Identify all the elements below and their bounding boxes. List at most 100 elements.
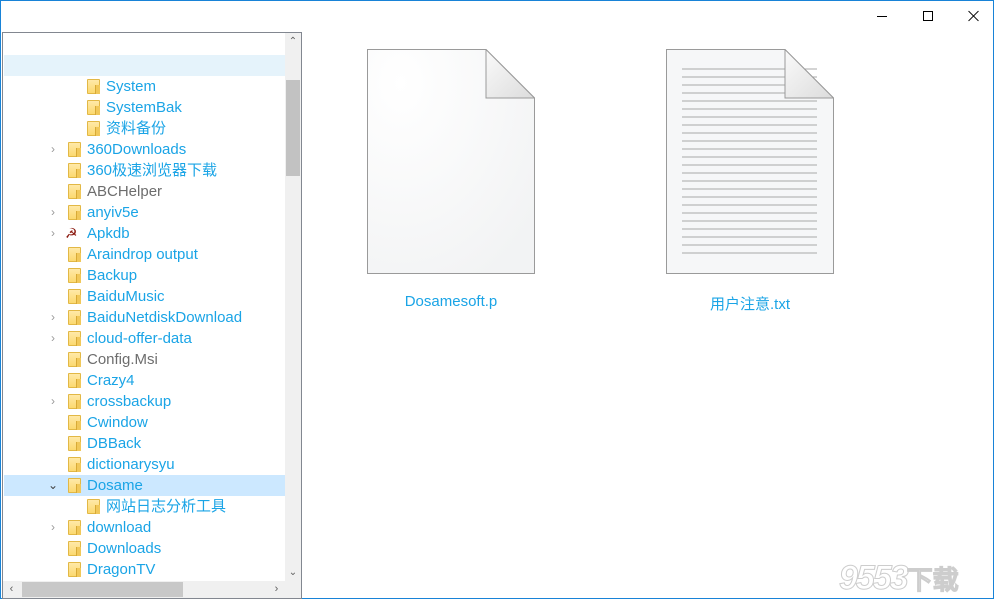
maximize-button[interactable]	[905, 1, 951, 31]
chevron-down-icon[interactable]: ⌄	[47, 475, 59, 496]
maximize-icon	[923, 11, 933, 21]
file-name: Dosamesoft.p	[404, 293, 498, 310]
minimize-button[interactable]	[859, 1, 905, 31]
tree-item[interactable]: › cloud-offer-data	[4, 328, 285, 349]
tree-item[interactable]: 360极速浏览器下载	[4, 160, 285, 181]
app-window: System SystemBak 资料备份 › 360Downloads 360极速浏览器…	[0, 0, 994, 599]
horizontal-scrollbar[interactable]: ‹ ›	[3, 581, 285, 598]
folder-icon	[68, 541, 81, 556]
tree-item[interactable]: ABCHelper	[4, 181, 285, 202]
title-bar[interactable]	[1, 1, 993, 31]
folder-icon	[87, 79, 100, 94]
tree-item-label: Araindrop output	[87, 246, 198, 263]
tree-item[interactable]	[4, 55, 285, 76]
tree-item-label: Apkdb	[87, 225, 130, 242]
tree-item-label: cloud-offer-data	[87, 330, 192, 347]
folder-icon	[68, 352, 81, 367]
vertical-scrollbar[interactable]: ⌃ ⌄	[285, 33, 301, 581]
tree-item-label: anyiv5e	[87, 204, 139, 221]
hammer-sickle-icon: ☭	[65, 225, 78, 241]
close-button[interactable]	[951, 1, 994, 31]
folder-icon	[68, 415, 81, 430]
tree-item-label: Cwindow	[87, 414, 148, 431]
tree-item[interactable]: Downloads	[4, 538, 285, 559]
tree-item[interactable]: dictionarysyu	[4, 454, 285, 475]
chevron-right-icon[interactable]: ›	[47, 202, 59, 223]
tree-item-label: DBBack	[87, 435, 142, 452]
scroll-up-arrow-icon[interactable]: ⌃	[285, 33, 301, 50]
tree-item-label: Dosame	[87, 477, 143, 494]
scroll-right-arrow-icon[interactable]: ›	[268, 581, 285, 598]
folder-icon	[68, 268, 81, 283]
chevron-right-icon[interactable]: ›	[47, 139, 59, 160]
folder-icon	[68, 142, 81, 157]
tree-item-label: 360极速浏览器下载	[87, 162, 218, 179]
tree-item-label: Config.Msi	[87, 351, 158, 368]
tree-item-label: BaiduNetdiskDownload	[87, 309, 243, 326]
folder-icon	[68, 478, 81, 493]
chevron-right-icon[interactable]: ›	[47, 223, 59, 244]
tree-item[interactable]: DBBack	[4, 433, 285, 454]
folder-icon	[68, 184, 81, 199]
watermark-suffix: 下载	[906, 565, 959, 596]
scroll-down-arrow-icon[interactable]: ⌄	[285, 564, 301, 581]
scrollbar-corner	[285, 581, 301, 598]
tree-item-label: BaiduMusic	[87, 288, 165, 305]
tree-item-label: DragonTV	[87, 561, 156, 578]
tree-item[interactable]: Config.Msi	[4, 349, 285, 370]
minimize-icon	[877, 15, 887, 17]
folder-icon	[87, 499, 100, 514]
folder-icon	[68, 331, 81, 346]
tree-item[interactable]: BaiduMusic	[4, 286, 285, 307]
tree-item[interactable]: SystemBak	[4, 97, 285, 118]
tree-item[interactable]: › ☭ Apkdb	[4, 223, 285, 244]
watermark-number: 9553	[839, 559, 910, 598]
tree-item-label: dictionarysyu	[87, 456, 175, 473]
chevron-right-icon[interactable]: ›	[47, 517, 59, 538]
tree-item-label: System	[106, 78, 157, 95]
tree-item[interactable]: 资料备份	[4, 118, 285, 139]
folder-icon	[68, 436, 81, 451]
tree-item-label: 360Downloads	[87, 141, 187, 158]
folder-icon	[68, 373, 81, 388]
watermark-logo: 9553下载	[839, 559, 960, 598]
tree-item[interactable]: › download	[4, 517, 285, 538]
tree-item-label: Crazy4	[87, 372, 135, 389]
folder-tree-panel: System SystemBak 资料备份 › 360Downloads 360极速浏览器…	[2, 32, 302, 599]
blank-document-icon	[367, 49, 535, 274]
chevron-right-icon[interactable]: ›	[47, 307, 59, 328]
tree-item-label: 资料备份	[106, 120, 167, 137]
scroll-left-arrow-icon[interactable]: ‹	[3, 581, 20, 598]
horizontal-scroll-thumb[interactable]	[22, 582, 183, 597]
chevron-right-icon[interactable]: ›	[47, 391, 59, 412]
text-document-icon	[666, 49, 834, 274]
tree-item[interactable]: DragonTV	[4, 559, 285, 580]
tree-item-label: crossbackup	[87, 393, 172, 410]
tree-item[interactable]: Backup	[4, 265, 285, 286]
folder-icon	[68, 520, 81, 535]
tree-item[interactable]: › crossbackup	[4, 391, 285, 412]
tree-item[interactable]: Araindrop output	[4, 244, 285, 265]
close-icon	[968, 10, 980, 22]
vertical-scroll-thumb[interactable]	[286, 80, 300, 176]
folder-icon	[87, 121, 100, 136]
folder-icon	[68, 289, 81, 304]
tree-item-label: ABCHelper	[87, 183, 163, 200]
tree-item[interactable]: › BaiduNetdiskDownload	[4, 307, 285, 328]
tree-item-label: SystemBak	[106, 99, 182, 116]
folder-icon	[68, 205, 81, 220]
tree-item[interactable]: Cwindow	[4, 412, 285, 433]
tree-item[interactable]: System	[4, 76, 285, 97]
tree-item[interactable]: Crazy4	[4, 370, 285, 391]
folder-icon	[68, 562, 81, 577]
folder-icon	[68, 394, 81, 409]
folder-icon	[68, 310, 81, 325]
tree-item-label: Downloads	[87, 540, 162, 557]
chevron-right-icon[interactable]: ›	[47, 328, 59, 349]
file-name: 用户注意.txt	[709, 296, 790, 313]
tree-item[interactable]: 网站日志分析工具	[4, 496, 285, 517]
tree-item[interactable]: ⌄ Dosame	[4, 475, 285, 496]
tree-item[interactable]: › 360Downloads	[4, 139, 285, 160]
tree-item[interactable]: › anyiv5e	[4, 202, 285, 223]
tree-item-label: 网站日志分析工具	[106, 498, 227, 515]
